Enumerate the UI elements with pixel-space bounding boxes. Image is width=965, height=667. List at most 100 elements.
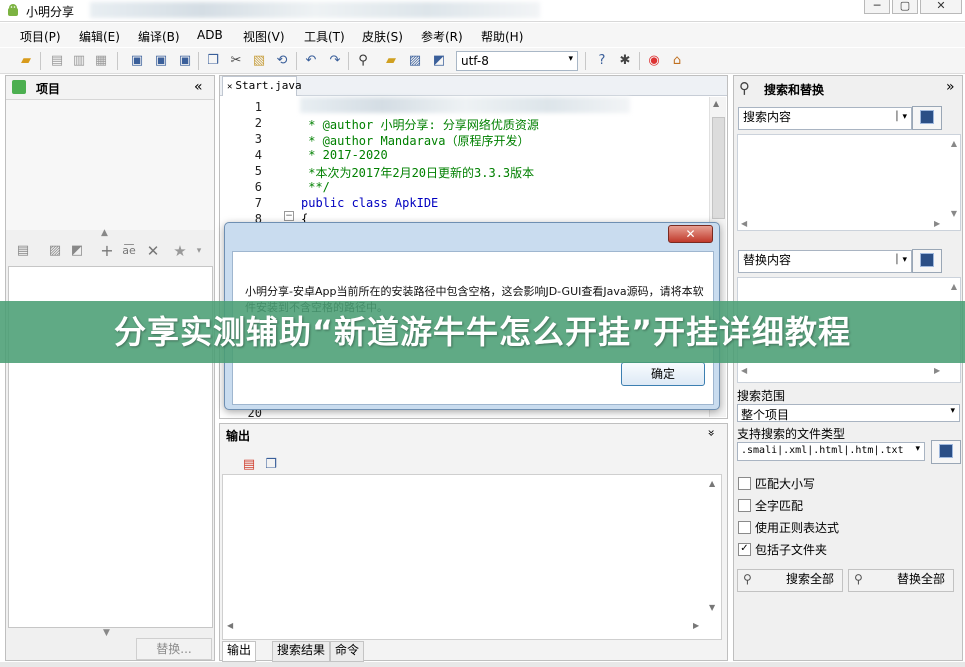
- include-subfolders-checkbox[interactable]: ✓: [738, 543, 751, 556]
- replace-all-label: 替换全部: [897, 572, 946, 586]
- help-icon[interactable]: ?: [593, 52, 611, 70]
- add-icon[interactable]: +: [98, 242, 116, 260]
- menu-view[interactable]: 视图(V): [243, 28, 285, 45]
- search-replace-panel: ⚲ 搜索和替换 » 搜索内容 │ ▾ ▲ ▼ ◀ ▶ 替换内容 │ ▾ ▲ ◀ …: [733, 75, 963, 661]
- menu-edit[interactable]: 编辑(E): [79, 28, 120, 45]
- open-folder-icon[interactable]: ▰: [17, 52, 35, 70]
- whole-word-checkbox[interactable]: [738, 499, 751, 512]
- search-icon: ⚲: [739, 79, 750, 97]
- menu-help[interactable]: 帮助(H): [481, 28, 523, 45]
- search-scope-select[interactable]: 整个项目 ▾: [737, 404, 960, 422]
- delete-icon[interactable]: ✕: [144, 242, 162, 260]
- star-icon[interactable]: ★: [171, 242, 189, 260]
- close-all-icon[interactable]: ▦: [92, 52, 110, 70]
- match-case-checkbox[interactable]: [738, 477, 751, 490]
- chevron-down-icon: ▾: [568, 54, 573, 64]
- tab-search-results[interactable]: 搜索结果: [272, 641, 331, 662]
- filetypes-label: 支持搜索的文件类型: [737, 427, 846, 441]
- regex-checkbox[interactable]: [738, 521, 751, 534]
- encoding-select[interactable]: utf-8 ▾: [456, 51, 578, 71]
- new-file-icon[interactable]: ▤: [48, 52, 66, 70]
- output-toggle-button[interactable]: »: [705, 429, 719, 436]
- search-all-button[interactable]: ⚲ 搜索全部: [737, 569, 843, 592]
- save-all-icon[interactable]: ▣: [176, 52, 194, 70]
- rename-icon[interactable]: a͞e: [120, 242, 138, 260]
- replace-all-button[interactable]: ⚲ 替换全部: [848, 569, 954, 592]
- whole-word-label: 全字匹配: [755, 499, 804, 513]
- image-icon[interactable]: ▨: [406, 52, 424, 70]
- expand-panel-button[interactable]: »: [946, 79, 955, 95]
- line-number: 6: [254, 180, 262, 194]
- scroll-left-icon[interactable]: ◀: [227, 621, 233, 630]
- project-icon: [12, 80, 26, 94]
- menu-reference[interactable]: 参考(R): [421, 28, 463, 45]
- menu-build[interactable]: 编译(B): [138, 28, 180, 45]
- folder-icon[interactable]: ▰: [382, 52, 400, 70]
- splitter-down-icon[interactable]: ▼: [103, 628, 110, 638]
- replace-button[interactable]: 替换...: [136, 638, 212, 660]
- code-line: * 2017-2020: [301, 148, 388, 162]
- menu-tools[interactable]: 工具(T): [304, 28, 345, 45]
- star-dropdown-icon[interactable]: ▾: [190, 242, 208, 260]
- project-tree[interactable]: [6, 100, 214, 230]
- paste-special-icon[interactable]: ⟲: [273, 52, 291, 70]
- jump-doc-icon[interactable]: ◩: [68, 242, 86, 260]
- close-file-icon[interactable]: ▥: [70, 52, 88, 70]
- tab-close-icon[interactable]: ✕: [227, 82, 232, 92]
- output-title: 输出: [226, 429, 251, 443]
- project-panel-title: 项目: [36, 82, 61, 96]
- ok-button[interactable]: 确定: [621, 362, 705, 386]
- search-input[interactable]: 搜索内容 │ ▾: [738, 107, 912, 130]
- encoding-value: utf-8: [461, 54, 489, 68]
- copy-output-icon[interactable]: ❐: [262, 456, 280, 474]
- close-window-button[interactable]: ✕: [920, 0, 962, 14]
- search-options-button[interactable]: [912, 106, 942, 130]
- splitter-up-icon[interactable]: ▲: [101, 228, 108, 238]
- jump-icon[interactable]: ◩: [430, 52, 448, 70]
- search-text-area[interactable]: ▲ ▼ ◀ ▶: [737, 134, 961, 231]
- clear-output-icon[interactable]: ▤: [240, 456, 258, 474]
- match-case-label: 匹配大小写: [755, 477, 816, 491]
- cut-icon[interactable]: ✂: [227, 52, 245, 70]
- menu-bar: 项目(P) 编辑(E) 编译(B) ADB 视图(V) 工具(T) 皮肤(S) …: [0, 23, 965, 47]
- maximize-button[interactable]: ▢: [892, 0, 918, 14]
- tab-output[interactable]: 输出: [222, 641, 257, 662]
- replace-input[interactable]: 替换内容 │ ▾: [738, 250, 912, 273]
- bug-icon[interactable]: ✱: [616, 52, 634, 70]
- code-line: **/: [301, 180, 330, 194]
- dialog-close-button[interactable]: ✕: [668, 225, 713, 243]
- menu-adb[interactable]: ADB: [197, 28, 223, 42]
- fold-toggle-icon[interactable]: −: [284, 211, 294, 221]
- redo-icon[interactable]: ↷: [326, 52, 344, 70]
- doc-icon[interactable]: ▤: [14, 242, 32, 260]
- tab-start-java[interactable]: ✕ Start.java: [222, 76, 302, 96]
- line-number: 5: [254, 164, 262, 178]
- output-text[interactable]: ▲ ▼ ◀ ▶: [222, 474, 722, 640]
- line-number: 7: [254, 196, 262, 210]
- weibo-icon[interactable]: ◉: [645, 52, 663, 70]
- tab-command[interactable]: 命令: [330, 641, 365, 662]
- regex-label: 使用正则表达式: [755, 521, 840, 535]
- filetypes-options-button[interactable]: [931, 440, 961, 464]
- replace-input-value: 替换内容: [743, 253, 792, 267]
- replace-options-button[interactable]: [912, 249, 942, 273]
- find-icon[interactable]: ⚲: [354, 52, 372, 70]
- menu-skin[interactable]: 皮肤(S): [362, 28, 403, 45]
- paste-icon[interactable]: ▧: [250, 52, 268, 70]
- scroll-up-icon[interactable]: ▲: [709, 479, 715, 488]
- blurred-code-line: [300, 97, 630, 113]
- save-icon[interactable]: ▣: [128, 52, 146, 70]
- image-doc-icon[interactable]: ▨: [46, 242, 64, 260]
- scroll-right-icon[interactable]: ▶: [693, 621, 699, 630]
- save-as-icon[interactable]: ▣: [152, 52, 170, 70]
- copy-icon[interactable]: ❐: [204, 52, 222, 70]
- minimize-button[interactable]: ─: [864, 0, 890, 14]
- project-panel-header: 项目 «: [6, 76, 214, 100]
- undo-icon[interactable]: ↶: [302, 52, 320, 70]
- filetypes-select[interactable]: .smali|.xml|.html|.htm|.txt ▾: [737, 442, 925, 461]
- collapse-panel-button[interactable]: «: [194, 79, 203, 95]
- project-tools: ▤ ▨ ◩ + a͞e ✕ ★ ▾: [6, 238, 214, 264]
- scroll-down-icon[interactable]: ▼: [709, 603, 715, 612]
- menu-project[interactable]: 项目(P): [20, 28, 61, 45]
- home-icon[interactable]: ⌂: [668, 52, 686, 70]
